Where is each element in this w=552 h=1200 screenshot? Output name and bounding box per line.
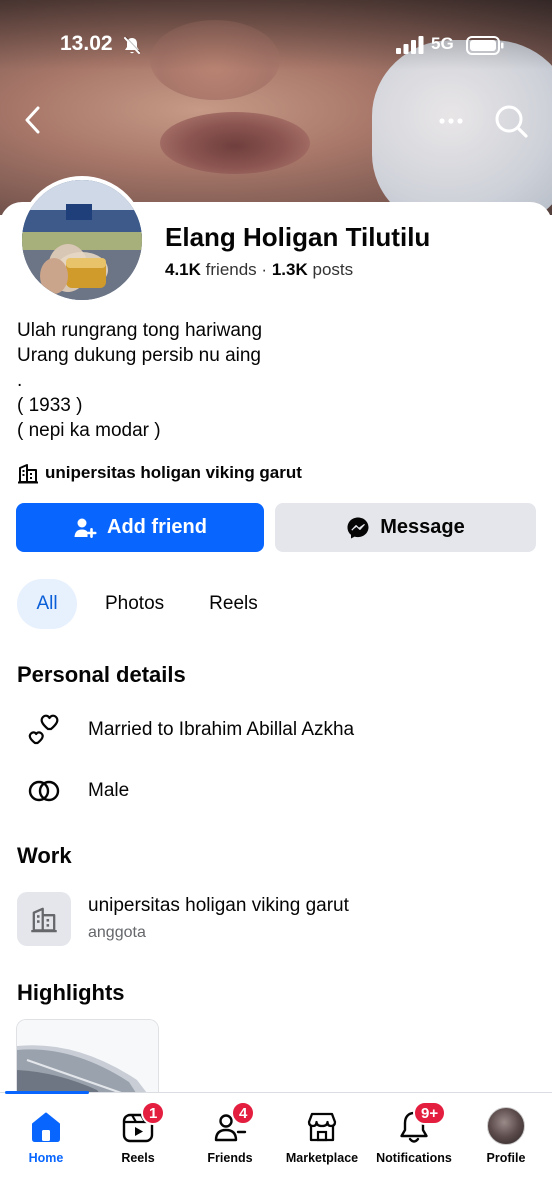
relationship-text: Married to Ibrahim Abillal Azkha — [88, 719, 355, 740]
stats-separator: · — [261, 260, 268, 279]
nav-reels[interactable]: 1 Reels — [93, 1101, 183, 1175]
work-role: anggota — [88, 924, 146, 941]
work-organization[interactable]: unipersitas holigan viking garut — [88, 895, 349, 917]
back-icon[interactable] — [18, 102, 48, 138]
nav-marketplace[interactable]: Marketplace — [277, 1105, 367, 1175]
message-button[interactable]: Message — [275, 503, 536, 552]
profile-bio: Ulah rungrang tong hariwang Urang dukung… — [17, 320, 263, 441]
building-icon — [31, 907, 57, 933]
gender-rings-icon — [28, 780, 60, 802]
nav-home-label: Home — [28, 1151, 64, 1165]
highlights-title: Highlights — [17, 980, 125, 1005]
work-title: Work — [17, 843, 72, 868]
intro-workplace: unipersitas holigan viking garut — [17, 461, 302, 485]
gender-row: Male — [24, 771, 129, 811]
status-time: 13.02 — [60, 32, 113, 55]
signal-icon — [396, 36, 424, 54]
posts-count: 1.3K — [271, 260, 308, 279]
more-options-icon[interactable] — [434, 106, 468, 136]
home-icon — [32, 1112, 60, 1142]
battery-icon — [466, 36, 504, 55]
personal-details-title: Personal details — [17, 662, 186, 687]
profile-stats: 4.1K friends · 1.3K posts — [165, 260, 353, 280]
nav-notifications[interactable]: 9+ Notifications — [369, 1101, 459, 1175]
search-icon[interactable] — [492, 102, 530, 140]
friends-count[interactable]: 4.1K — [165, 260, 201, 279]
nav-notifications-label: Notifications — [376, 1151, 452, 1165]
notifications-badge: 9+ — [413, 1101, 447, 1125]
messenger-icon — [347, 517, 369, 538]
reels-badge: 1 — [141, 1101, 166, 1125]
intro-workplace-text: unipersitas holigan viking garut — [45, 463, 302, 482]
bottom-nav: Home 1 Reels 4 Friends Marketplace 9+ No… — [0, 1091, 552, 1200]
profile-avatar-thumb — [487, 1107, 525, 1145]
add-friend-label: Add friend — [107, 516, 207, 538]
nav-friends[interactable]: 4 Friends — [185, 1101, 275, 1175]
relationship-row: Married to Ibrahim Abillal Azkha — [24, 710, 354, 750]
tab-all[interactable]: All — [17, 579, 77, 629]
nav-active-indicator — [5, 1091, 89, 1094]
posts-label: posts — [312, 260, 354, 279]
friends-label[interactable]: friends — [206, 260, 257, 279]
profile-avatar[interactable] — [18, 176, 146, 304]
cover-mouth — [160, 112, 310, 174]
bell-muted-icon — [124, 36, 141, 54]
message-label: Message — [380, 516, 465, 538]
nav-marketplace-label: Marketplace — [285, 1151, 359, 1165]
nav-profile[interactable]: Profile — [461, 1105, 551, 1175]
profile-tabs: All Photos Reels — [17, 579, 258, 629]
avatar-photo — [22, 180, 142, 300]
add-friend-icon — [74, 518, 97, 538]
profile-name: Elang Holigan Tilutilu — [165, 222, 431, 252]
add-friend-button[interactable]: Add friend — [16, 503, 264, 552]
marketplace-icon — [307, 1112, 337, 1142]
work-org-logo[interactable] — [17, 892, 71, 946]
status-bar: 13.02 5G — [0, 28, 552, 62]
tab-photos[interactable]: Photos — [105, 579, 164, 629]
network-type: 5G — [431, 34, 454, 53]
nav-reels-label: Reels — [121, 1151, 155, 1165]
building-icon — [18, 464, 38, 484]
tab-reels[interactable]: Reels — [209, 579, 258, 629]
nav-friends-label: Friends — [207, 1151, 253, 1165]
gender-text: Male — [88, 780, 130, 801]
hearts-icon — [28, 714, 59, 745]
nav-home[interactable]: Home — [1, 1105, 91, 1175]
nav-profile-label: Profile — [486, 1151, 526, 1165]
friends-badge: 4 — [231, 1101, 256, 1125]
